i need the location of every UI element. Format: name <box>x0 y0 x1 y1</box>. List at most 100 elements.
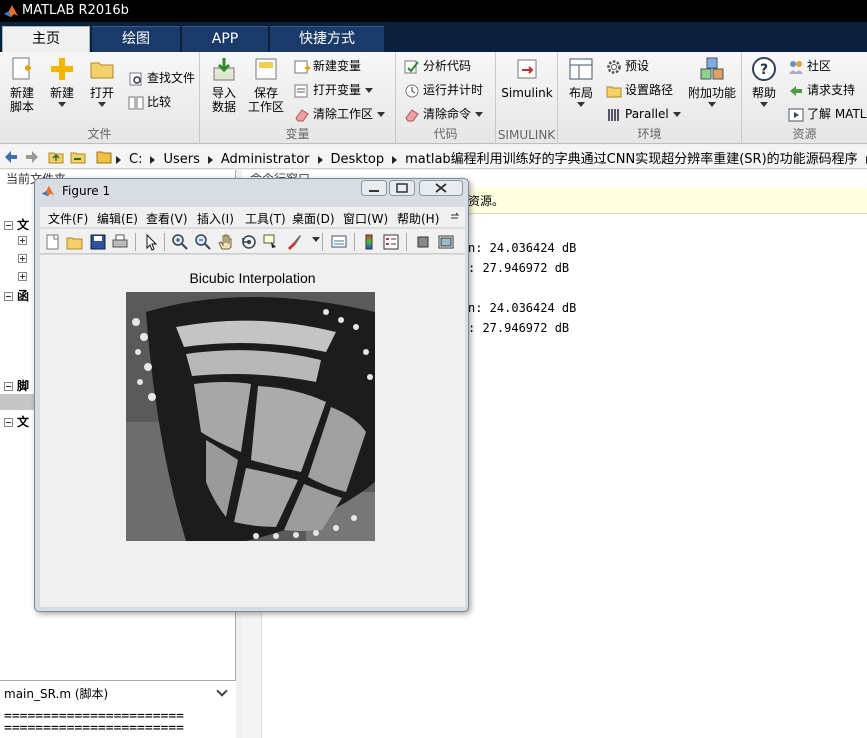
pan-hand-icon[interactable] <box>217 233 235 251</box>
save-icon[interactable] <box>89 233 107 251</box>
tree-row[interactable] <box>18 251 31 265</box>
butterfly-image[interactable] <box>126 292 375 541</box>
chevron-down-icon[interactable] <box>312 237 320 242</box>
new-button[interactable]: 新建 <box>44 56 80 107</box>
community-button[interactable]: 社区 <box>788 56 831 76</box>
section-label: 函 <box>17 289 30 303</box>
command-output-line: n: 24.036424 dB <box>468 241 577 255</box>
browse-folder-icon[interactable] <box>70 149 86 165</box>
print-icon[interactable] <box>111 233 129 251</box>
save-workspace-button[interactable]: 保存 工作区 <box>246 56 286 114</box>
legend-icon[interactable] <box>382 233 400 251</box>
analyze-code-button[interactable]: 分析代码 <box>404 56 471 76</box>
link-plot-icon[interactable] <box>330 233 348 251</box>
collapse-icon[interactable] <box>4 292 13 301</box>
preferences-button[interactable]: 预设 <box>606 56 649 76</box>
brush-icon[interactable] <box>285 233 303 251</box>
set-path-button[interactable]: 设置路径 <box>606 80 673 100</box>
parallel-button[interactable]: Parallel <box>606 104 681 124</box>
figure-canvas[interactable]: Bicubic Interpolation <box>40 255 465 607</box>
figure-window[interactable]: Figure 1 文件(F) 编辑(E) 查看(V) 插入(I) 工具(T) 桌… <box>34 178 469 612</box>
find-files-button[interactable]: 查找文件 <box>128 68 195 88</box>
learn-matlab-label: 了解 MATL <box>807 107 867 121</box>
expand-icon[interactable] <box>18 272 27 281</box>
menu-insert[interactable]: 插入(I) <box>197 210 234 227</box>
rotate-3d-icon[interactable] <box>240 233 258 251</box>
section-row[interactable]: 函 <box>4 287 29 304</box>
breadcrumb-separator-icon[interactable] <box>207 155 213 164</box>
section-row[interactable]: 脚 <box>4 377 29 394</box>
section-row[interactable]: 文 <box>4 216 29 233</box>
breadcrumb-separator-icon[interactable] <box>150 155 156 164</box>
up-folder-icon[interactable] <box>48 149 64 165</box>
forward-arrow-icon[interactable] <box>24 149 40 165</box>
new-figure-icon[interactable] <box>44 233 62 251</box>
open-button[interactable]: 打开 <box>84 56 120 107</box>
menu-file[interactable]: 文件(F) <box>48 210 88 227</box>
clear-commands-button[interactable]: 清除命令 <box>404 104 484 124</box>
chevron-down-icon[interactable] <box>216 685 228 697</box>
zoom-in-icon[interactable] <box>171 233 189 251</box>
matlab-logo-icon <box>41 185 55 197</box>
breadcrumb-separator-icon[interactable] <box>392 155 398 164</box>
zoom-out-icon[interactable] <box>194 233 212 251</box>
new-plus-icon <box>51 58 73 80</box>
menu-desktop[interactable]: 桌面(D) <box>292 210 335 227</box>
expand-icon[interactable] <box>18 236 27 245</box>
section-row[interactable]: 文 <box>4 413 29 430</box>
simulink-button[interactable]: Simulink <box>500 56 554 100</box>
expand-icon[interactable] <box>18 254 27 263</box>
compare-button[interactable]: 比较 <box>128 92 171 112</box>
help-button[interactable]: ? 帮助 <box>748 56 780 107</box>
addons-button[interactable]: 附加功能 <box>686 56 738 107</box>
figure-menubar: 文件(F) 编辑(E) 查看(V) 插入(I) 工具(T) 桌面(D) 窗口(W… <box>40 207 465 227</box>
collapse-icon[interactable] <box>4 418 13 427</box>
collapse-icon[interactable] <box>4 382 13 391</box>
tab-home[interactable]: 主页 <box>2 26 90 53</box>
details-code-preview: ======================= ================… <box>4 709 185 736</box>
hide-plot-tools-icon[interactable] <box>414 233 432 251</box>
menu-help[interactable]: 帮助(H) <box>397 210 439 227</box>
pointer-icon[interactable] <box>142 233 160 251</box>
breadcrumb-separator-icon[interactable] <box>317 155 323 164</box>
show-plot-tools-icon[interactable] <box>437 233 455 251</box>
menu-window[interactable]: 窗口(W) <box>343 210 388 227</box>
chevron-down-icon <box>577 102 585 107</box>
import-data-button[interactable]: 导入 数据 <box>206 56 242 114</box>
breadcrumb-item[interactable]: matlab编程利用训练好的字典通过CNN实现超分辨率重建(SR)的功能源码程序 <box>405 148 858 167</box>
collapse-icon[interactable] <box>4 221 13 230</box>
menu-edit[interactable]: 编辑(E) <box>97 210 138 227</box>
maximize-icon[interactable] <box>389 180 415 196</box>
tab-shortcuts[interactable]: 快捷方式 <box>270 26 384 52</box>
run-and-time-button[interactable]: 运行并计时 <box>404 80 483 100</box>
menu-overflow-icon[interactable] <box>450 212 460 222</box>
new-variable-button[interactable]: 新建变量 <box>294 56 361 76</box>
tab-apps[interactable]: APP <box>182 26 268 52</box>
layout-button[interactable]: 布局 <box>564 56 598 107</box>
minimize-icon[interactable] <box>361 180 387 196</box>
command-output-line: n: 24.036424 dB <box>468 301 577 315</box>
breadcrumb-item[interactable]: C: <box>129 152 142 167</box>
tab-plots[interactable]: 绘图 <box>92 26 180 52</box>
learn-matlab-button[interactable]: 了解 MATL <box>788 104 866 124</box>
open-file-icon[interactable] <box>66 233 84 251</box>
menu-view[interactable]: 查看(V) <box>146 210 188 227</box>
close-icon[interactable] <box>419 180 463 196</box>
breadcrumb-item[interactable]: Users <box>163 152 199 167</box>
tree-row[interactable] <box>18 233 31 247</box>
clear-workspace-button[interactable]: 清除工作区 <box>294 104 386 124</box>
colorbar-icon[interactable] <box>360 233 378 251</box>
menu-tools[interactable]: 工具(T) <box>245 210 286 227</box>
new-script-button[interactable]: 新建 脚本 <box>4 56 40 114</box>
new-script-label: 新建 脚本 <box>9 86 34 114</box>
data-cursor-icon[interactable] <box>262 233 280 251</box>
breadcrumb-item[interactable]: Desktop <box>331 152 385 167</box>
back-arrow-icon[interactable] <box>3 149 19 165</box>
tree-row[interactable] <box>18 269 31 283</box>
figure-titlebar[interactable]: Figure 1 <box>35 179 468 203</box>
toolbar-separator <box>354 233 355 251</box>
breadcrumb-separator-icon[interactable] <box>116 155 121 164</box>
open-variable-button[interactable]: 打开变量 <box>294 80 374 100</box>
request-support-button[interactable]: 请求支持 <box>788 80 855 100</box>
breadcrumb-item[interactable]: Administrator <box>221 152 310 167</box>
